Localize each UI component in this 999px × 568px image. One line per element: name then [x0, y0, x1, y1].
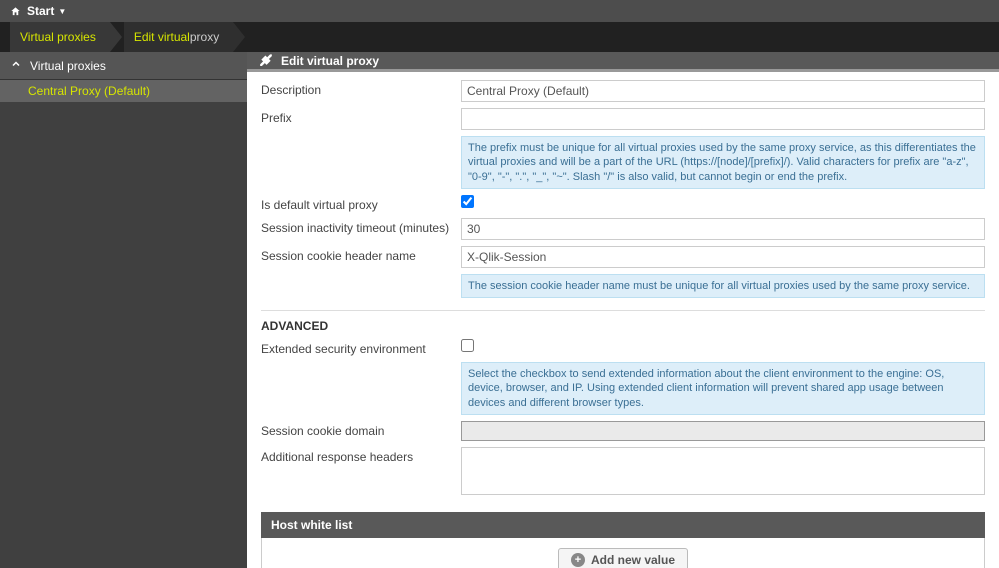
sidebar-header-label: Virtual proxies — [30, 59, 106, 73]
headers-label: Additional response headers — [261, 447, 461, 464]
cookie-info: The session cookie header name must be u… — [461, 274, 985, 298]
chevron-up-icon — [10, 58, 22, 73]
home-icon — [10, 6, 21, 17]
sidebar-header[interactable]: Virtual proxies — [0, 52, 247, 80]
description-input[interactable] — [461, 80, 985, 102]
add-button-label: Add new value — [591, 553, 675, 567]
content: Edit virtual proxy Description Prefix Th… — [247, 52, 999, 568]
prefix-input[interactable] — [461, 108, 985, 130]
timeout-label: Session inactivity timeout (minutes) — [261, 218, 461, 235]
cookie-label: Session cookie header name — [261, 246, 461, 263]
breadcrumb-item-edit-virtual-proxy[interactable]: Edit virtual proxy — [124, 22, 233, 52]
timeout-input[interactable] — [461, 218, 985, 240]
is-default-label: Is default virtual proxy — [261, 195, 461, 212]
breadcrumb: Virtual proxies Edit virtual proxy — [0, 22, 999, 52]
extsec-checkbox[interactable] — [461, 339, 474, 352]
topbar: Start ▼ — [0, 0, 999, 22]
domain-input[interactable] — [461, 421, 985, 441]
start-label: Start — [27, 4, 54, 18]
prefix-info: The prefix must be unique for all virtua… — [461, 136, 985, 189]
caret-down-icon: ▼ — [58, 7, 66, 16]
page-title: Edit virtual proxy — [281, 54, 379, 68]
headers-textarea[interactable] — [461, 447, 985, 495]
sidebar: Virtual proxies Central Proxy (Default) — [0, 52, 247, 568]
is-default-checkbox[interactable] — [461, 195, 474, 208]
add-new-value-button[interactable]: + Add new value — [558, 548, 688, 568]
breadcrumb-label: Virtual proxies — [20, 30, 96, 44]
extsec-label: Extended security environment — [261, 339, 461, 356]
breadcrumb-label-part1: Edit virtual — [134, 30, 190, 44]
divider — [261, 310, 985, 311]
hostwhitelist-body: + Add new value ✕✕✕✕✕ — [261, 538, 985, 568]
start-menu-button[interactable]: Start ▼ — [27, 4, 66, 18]
breadcrumb-item-virtual-proxies[interactable]: Virtual proxies — [10, 22, 110, 52]
description-label: Description — [261, 80, 461, 97]
prefix-label: Prefix — [261, 108, 461, 125]
sidebar-item-label: Central Proxy (Default) — [28, 84, 150, 98]
plus-icon: + — [571, 553, 585, 567]
cookie-input[interactable] — [461, 246, 985, 268]
extsec-info: Select the checkbox to send extended inf… — [461, 362, 985, 415]
sidebar-item-central-proxy[interactable]: Central Proxy (Default) — [0, 80, 247, 102]
tools-icon — [259, 52, 273, 69]
content-header: Edit virtual proxy — [247, 52, 999, 72]
hostwhitelist-heading: Host white list — [261, 512, 985, 538]
domain-label: Session cookie domain — [261, 421, 461, 438]
advanced-heading: ADVANCED — [261, 319, 985, 333]
breadcrumb-label-part2: proxy — [190, 30, 219, 44]
